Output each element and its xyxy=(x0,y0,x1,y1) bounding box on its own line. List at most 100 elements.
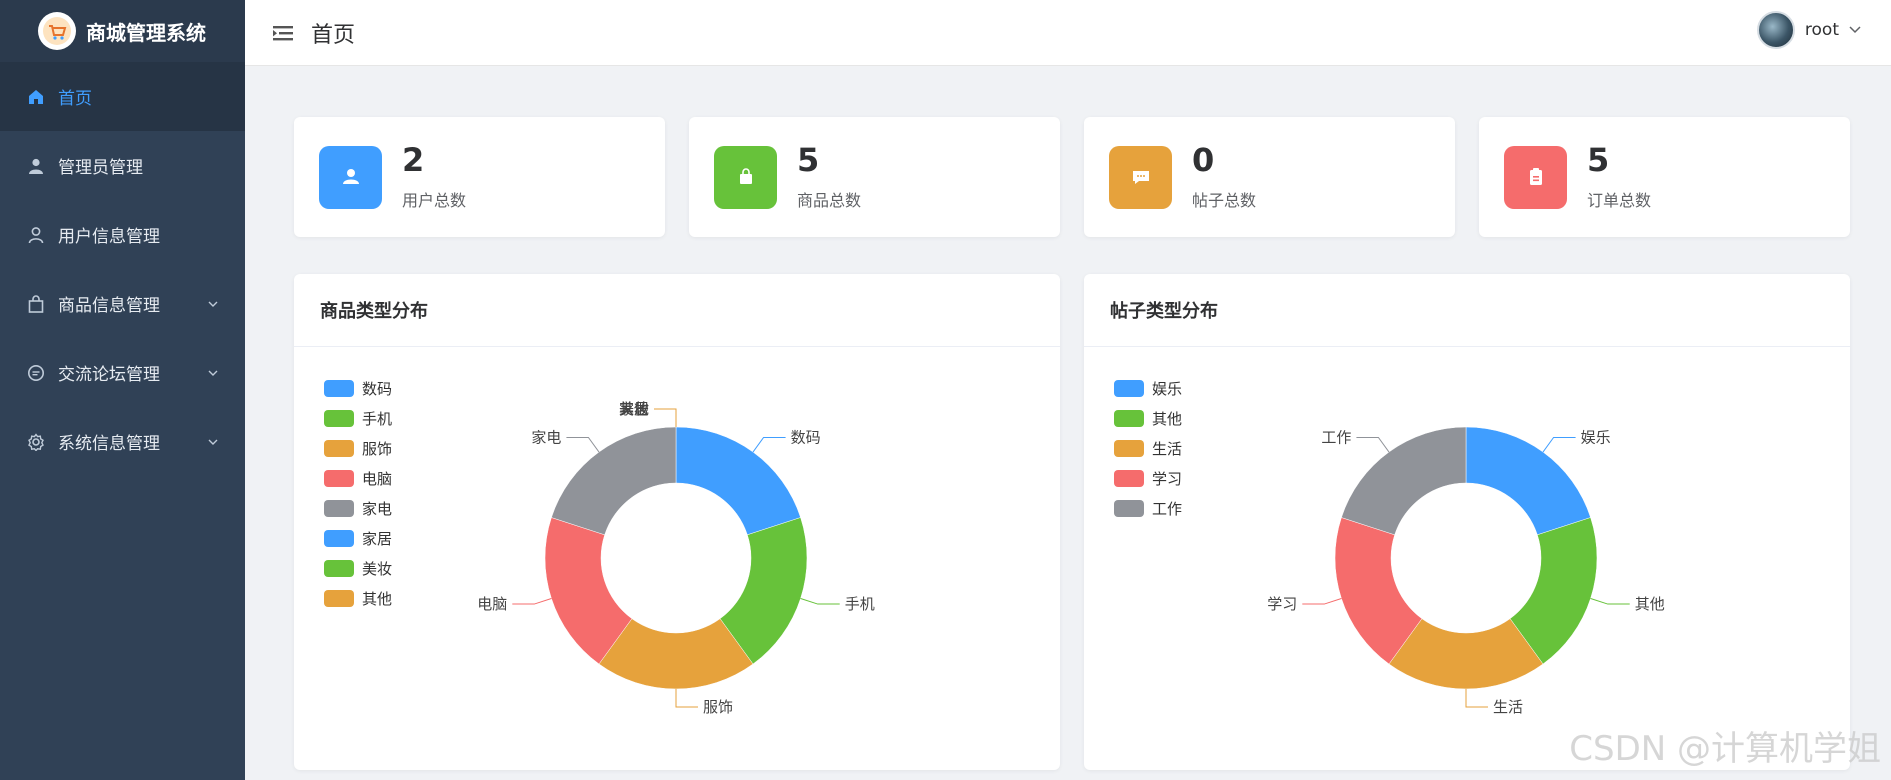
slice-label: 其他 xyxy=(619,400,649,418)
stat-value: 0 xyxy=(1192,141,1215,180)
chevron-down-icon xyxy=(208,439,218,445)
legend-swatch[interactable] xyxy=(324,440,354,457)
post-type-donut-chart: 娱乐其他生活学习工作娱乐其他生活学习工作 xyxy=(1114,380,1665,716)
label-leader-line xyxy=(654,408,677,427)
sidebar-item[interactable]: 管理员管理 xyxy=(0,131,245,200)
sidebar-item-label: 用户信息管理 xyxy=(58,227,160,247)
sidebar-item[interactable]: 交流论坛管理 xyxy=(0,338,245,407)
legend-label[interactable]: 美妆 xyxy=(362,560,392,578)
chevron-down-icon xyxy=(208,301,218,307)
sidebar-item-label: 管理员管理 xyxy=(58,158,143,178)
product-type-chart-card: 商品类型分布 数码 手机 服饰 电脑 家电 家居 美妆 其他 数码 手机 服饰 电脑 家电 家居 美妆 其他 xyxy=(294,274,1060,770)
legend-swatch[interactable] xyxy=(324,410,354,427)
slice-label: 生活 xyxy=(1493,698,1523,716)
stat-value: 5 xyxy=(1587,141,1610,180)
stat-value: 2 xyxy=(402,141,425,180)
label-leader-line xyxy=(1542,436,1576,453)
shopping-bag-icon xyxy=(714,145,777,209)
avatar[interactable] xyxy=(1756,11,1795,49)
slice-label: 电脑 xyxy=(477,595,507,613)
legend-label[interactable]: 家居 xyxy=(362,530,392,548)
pie-slice[interactable] xyxy=(1341,426,1467,536)
clipboard-icon xyxy=(1504,145,1567,209)
pie-slice[interactable] xyxy=(1465,426,1591,536)
legend-swatch[interactable] xyxy=(1114,470,1144,487)
legend-label[interactable]: 电脑 xyxy=(362,470,392,488)
stat-value: 5 xyxy=(797,141,820,180)
legend-label[interactable]: 数码 xyxy=(362,380,392,398)
chart-title: 帖子类型分布 xyxy=(1084,274,1850,347)
shopping-bag-icon xyxy=(26,294,46,314)
slice-label: 学习 xyxy=(1267,595,1297,613)
stat-card: 2 用户总数 xyxy=(294,117,665,237)
legend-swatch[interactable] xyxy=(324,380,354,397)
top-header: 首页 root xyxy=(245,0,1891,66)
chevron-down-icon[interactable] xyxy=(1849,26,1861,34)
legend-label[interactable]: 家电 xyxy=(362,500,392,518)
stat-card: 5 商品总数 xyxy=(689,117,1060,237)
legend-swatch[interactable] xyxy=(324,560,354,577)
sidebar-menu: 首页管理员管理用户信息管理商品信息管理交流论坛管理 系统信息管理 xyxy=(0,62,245,476)
sidebar-item[interactable]: 首页 xyxy=(0,62,245,131)
legend-label[interactable]: 其他 xyxy=(1152,410,1182,428)
user-outline-icon xyxy=(26,225,46,245)
label-leader-line xyxy=(675,689,698,708)
watermark: CSDN @计算机学姐 xyxy=(1569,729,1881,769)
stat-label: 订单总数 xyxy=(1587,190,1652,210)
pie-slice[interactable] xyxy=(551,426,677,536)
sidebar-item[interactable]: 商品信息管理 xyxy=(0,269,245,338)
sidebar-item-label: 交流论坛管理 xyxy=(58,365,160,385)
stat-label: 帖子总数 xyxy=(1192,190,1257,210)
menu-toggle-icon[interactable] xyxy=(273,22,295,44)
stat-card: 5 订单总数 xyxy=(1479,117,1850,237)
label-leader-line xyxy=(1465,689,1488,708)
legend-swatch[interactable] xyxy=(1114,380,1144,397)
label-leader-line xyxy=(752,436,786,453)
legend-swatch[interactable] xyxy=(1114,500,1144,517)
legend-swatch[interactable] xyxy=(324,500,354,517)
sidebar: 商城管理系统 首页管理员管理用户信息管理商品信息管理交流论坛管理 系统信息管理 xyxy=(0,0,245,780)
legend-swatch[interactable] xyxy=(324,590,354,607)
label-leader-line xyxy=(654,408,677,427)
label-leader-line xyxy=(566,436,600,453)
legend-label[interactable]: 手机 xyxy=(362,410,392,428)
label-leader-line xyxy=(654,408,677,427)
pie-slice[interactable] xyxy=(675,426,801,536)
username[interactable]: root xyxy=(1805,20,1839,40)
slice-label: 其他 xyxy=(1635,595,1665,613)
legend-swatch[interactable] xyxy=(324,470,354,487)
legend-swatch[interactable] xyxy=(324,530,354,547)
chat-icon xyxy=(26,363,46,383)
post-type-chart-card: 帖子类型分布 娱乐 其他 生活 学习 工作 娱乐 其他 生活 学习 工作 xyxy=(1084,274,1850,770)
slice-label: 娱乐 xyxy=(1581,428,1611,446)
slice-label: 服饰 xyxy=(703,698,733,716)
label-leader-line xyxy=(1302,598,1342,605)
brand: 商城管理系统 xyxy=(0,0,245,62)
label-leader-line xyxy=(1356,436,1390,453)
gear-icon xyxy=(26,432,46,452)
stat-label: 商品总数 xyxy=(797,190,862,210)
legend-label[interactable]: 工作 xyxy=(1152,500,1182,518)
chart-title: 商品类型分布 xyxy=(294,274,1060,347)
label-leader-line xyxy=(1590,598,1630,605)
slice-label: 手机 xyxy=(845,595,875,613)
brand-title: 商城管理系统 xyxy=(86,20,206,45)
user-menu[interactable]: root xyxy=(1756,11,1861,49)
legend-swatch[interactable] xyxy=(1114,410,1144,427)
sidebar-item-label: 系统信息管理 xyxy=(58,434,160,454)
user-filled-icon xyxy=(26,156,46,176)
user-icon xyxy=(319,145,382,209)
stat-label: 用户总数 xyxy=(402,190,467,210)
legend-label[interactable]: 娱乐 xyxy=(1152,380,1182,398)
sidebar-item[interactable]: 用户信息管理 xyxy=(0,200,245,269)
logo-icon xyxy=(38,12,76,50)
sidebar-item[interactable]: 系统信息管理 xyxy=(0,407,245,476)
legend-swatch[interactable] xyxy=(1114,440,1144,457)
legend-label[interactable]: 服饰 xyxy=(362,440,392,458)
slice-label: 工作 xyxy=(1321,428,1351,446)
chat-icon xyxy=(1109,145,1172,209)
legend-label[interactable]: 学习 xyxy=(1152,470,1182,488)
legend-label[interactable]: 生活 xyxy=(1152,440,1182,458)
legend-label[interactable]: 其他 xyxy=(362,590,392,608)
home-icon xyxy=(26,87,46,107)
